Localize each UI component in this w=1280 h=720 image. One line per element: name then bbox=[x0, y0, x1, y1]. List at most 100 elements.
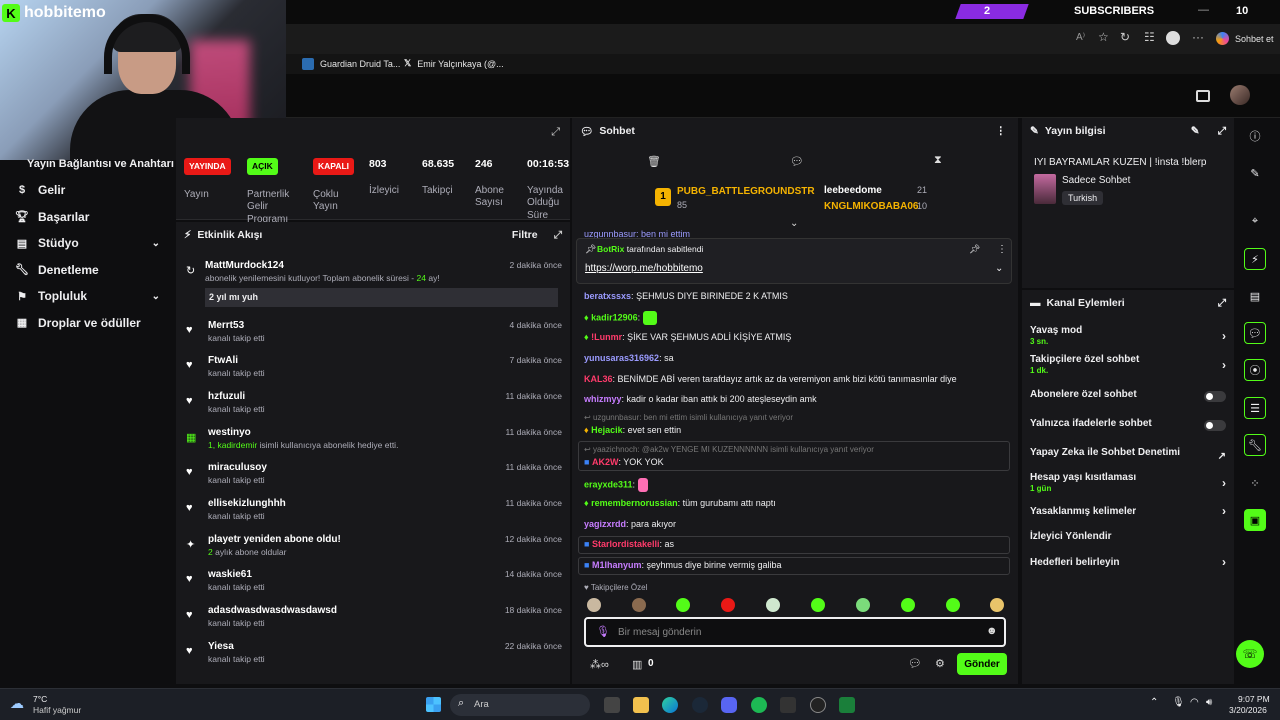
spotify-icon[interactable] bbox=[751, 697, 767, 713]
unpin-icon[interactable]: 📌︎ bbox=[969, 244, 980, 255]
pen-icon[interactable]: ✎ bbox=[1244, 162, 1266, 184]
obs-icon[interactable] bbox=[810, 697, 826, 713]
category-name[interactable]: Sadece Sohbet bbox=[1062, 175, 1130, 186]
microphone-icon[interactable]: 🎙︎ bbox=[596, 625, 610, 638]
emote-icon[interactable] bbox=[856, 598, 870, 612]
user-avatar[interactable] bbox=[1230, 85, 1250, 105]
bookmark-guardian-druid[interactable]: Guardian Druid Ta... bbox=[302, 58, 400, 70]
edge-icon[interactable] bbox=[662, 697, 678, 713]
lightning-icon[interactable]: ⚡︎ bbox=[1244, 248, 1266, 270]
leader-name[interactable]: PUBG_BATTLEGROUNDSTR bbox=[677, 186, 815, 197]
chevron-down-icon[interactable]: ⌄ bbox=[995, 263, 1003, 274]
emote-icon[interactable] bbox=[901, 598, 915, 612]
info-icon[interactable]: ⓘ bbox=[1244, 125, 1266, 147]
document-icon[interactable]: ▤ bbox=[1244, 285, 1266, 307]
emote-icon[interactable] bbox=[990, 598, 1004, 612]
emote-icon[interactable] bbox=[721, 598, 735, 612]
sidebar-header[interactable]: Yayın Bağlantısı ve Anahtarı bbox=[27, 158, 174, 170]
trash-icon[interactable]: 🗑︎ bbox=[647, 155, 661, 168]
chat-bubble-icon[interactable]: 💬︎ bbox=[908, 657, 922, 670]
steam-icon[interactable] bbox=[692, 697, 708, 713]
expand-arrow-icon[interactable]: ⌄ bbox=[790, 218, 798, 229]
sidebar-item-topluluk[interactable]: ⚑ Topluluk ⌄ bbox=[0, 283, 176, 310]
sohbet-et-button[interactable]: Sohbet et bbox=[1235, 34, 1274, 44]
file-explorer-icon[interactable] bbox=[633, 697, 649, 713]
feed-item-name[interactable]: miraculusoy bbox=[208, 462, 267, 473]
emote-icon[interactable] bbox=[946, 598, 960, 612]
favorite-star-icon[interactable]: ☆ bbox=[1098, 30, 1109, 44]
taskbar-search[interactable]: ⌕ Ara bbox=[450, 694, 590, 716]
action-ai-moderation[interactable]: Yapay Zeka ile Sohbet Denetimi ↗ bbox=[1030, 447, 1226, 462]
action-followers-only[interactable]: Takipçilere özel sohbet 1 dk. › bbox=[1030, 354, 1226, 375]
refresh-icon[interactable]: ↻ bbox=[1120, 30, 1130, 44]
popout-icon[interactable]: ⤢ bbox=[554, 229, 562, 242]
community-icon[interactable]: ⁂∞ bbox=[590, 658, 609, 671]
wifi-icon[interactable]: ◠ bbox=[1190, 697, 1199, 708]
task-view-icon[interactable] bbox=[604, 697, 620, 713]
feed-item-name[interactable]: Merrt53 bbox=[208, 320, 244, 331]
feed-item-name[interactable]: Yiesa bbox=[208, 641, 234, 652]
emote-icon[interactable] bbox=[676, 598, 690, 612]
feed-item-name[interactable]: adasdwasdwasdwasdawsd bbox=[208, 605, 337, 616]
discord-icon[interactable] bbox=[721, 697, 737, 713]
emote-icon[interactable] bbox=[587, 598, 601, 612]
popout-icon[interactable]: ⤢ bbox=[551, 126, 560, 139]
feed-item-name[interactable]: ellisekizlunghhh bbox=[208, 498, 286, 509]
nodes-icon[interactable]: ⁘ bbox=[1244, 472, 1266, 494]
chat-bubble-icon[interactable]: 💬︎ bbox=[1244, 322, 1266, 344]
sliders-icon[interactable]: ☰ bbox=[1244, 397, 1266, 419]
bookmark-emir-yalcinkaya[interactable]: 𝕏 Emir Yalçınkaya (@... bbox=[404, 58, 504, 69]
emote-icon[interactable] bbox=[766, 598, 780, 612]
settings-gear-icon[interactable]: ⚙ bbox=[935, 657, 945, 670]
action-emote-only[interactable]: Yalnızca ifadelerle sohbet bbox=[1030, 418, 1226, 431]
chat-bubble-icon[interactable]: 💬︎ bbox=[790, 155, 804, 168]
microphone-icon[interactable]: 🎙︎ bbox=[1172, 697, 1185, 708]
action-subscribers-only[interactable]: Abonelere özel sohbet bbox=[1030, 389, 1226, 402]
sidebar-item-studyo[interactable]: ▤ Stüdyo ⌄ bbox=[0, 230, 176, 257]
sidebar-item-droplar[interactable]: ▦ Droplar ve ödüller bbox=[0, 310, 176, 337]
leader-name[interactable]: KNGLMIKOBABA06 bbox=[824, 201, 918, 212]
action-goals[interactable]: Hedefleri belirleyin › bbox=[1030, 555, 1226, 569]
action-account-age[interactable]: Hesap yaşı kısıtlaması 1 gün › bbox=[1030, 472, 1226, 493]
feed-item-name[interactable]: FtwAli bbox=[208, 355, 238, 366]
broadcast-icon[interactable]: ⦿ bbox=[1244, 359, 1266, 381]
store-icon[interactable]: ▥ bbox=[632, 658, 642, 671]
volume-icon[interactable]: 🔊︎ bbox=[1206, 697, 1212, 708]
sidebar-item-basarilar[interactable]: 🏆︎ Başarılar bbox=[0, 204, 176, 231]
popout-icon[interactable]: ⤢ bbox=[1218, 297, 1226, 310]
feed-item-name[interactable]: waskie61 bbox=[208, 569, 252, 580]
action-banned-words[interactable]: Yasaklanmış kelimeler › bbox=[1030, 504, 1226, 518]
action-host[interactable]: İzleyici Yönlendir bbox=[1030, 531, 1226, 542]
emoji-icon[interactable]: ☻ bbox=[986, 625, 998, 637]
send-button[interactable]: Gönder bbox=[957, 653, 1007, 675]
edit-icon[interactable]: ✎ bbox=[1191, 125, 1200, 137]
focus-icon[interactable]: ⌖ bbox=[1244, 210, 1266, 232]
filter-button[interactable]: Filtre bbox=[512, 229, 538, 241]
kick-kcm-icon[interactable] bbox=[1196, 90, 1210, 102]
chevron-up-icon[interactable]: ⌃ bbox=[1150, 697, 1158, 708]
popout-icon[interactable]: ⤢ bbox=[1218, 125, 1226, 138]
help-chat-button[interactable]: ☏ bbox=[1236, 640, 1264, 668]
more-menu-icon[interactable]: ⋮ bbox=[996, 125, 1007, 137]
pinned-link[interactable]: https://worp.me/hobbitemo bbox=[585, 263, 703, 274]
read-aloud-icon[interactable]: A⁾ bbox=[1076, 32, 1085, 43]
favorites-icon[interactable]: ☷ bbox=[1144, 30, 1155, 44]
more-menu-icon[interactable]: ⋮ bbox=[997, 244, 1007, 255]
profile-avatar-icon[interactable] bbox=[1166, 31, 1180, 45]
hourglass-icon[interactable]: ⧗ bbox=[934, 154, 942, 167]
sidebar-item-gelir[interactable]: $ Gelir bbox=[0, 177, 176, 204]
windows-start-icon[interactable] bbox=[426, 697, 441, 712]
emote-icon[interactable] bbox=[632, 598, 646, 612]
app-icon[interactable] bbox=[839, 697, 855, 713]
feed-item-name[interactable]: playetr yeniden abone oldu! bbox=[208, 534, 341, 545]
feed-item-name[interactable]: westinyo bbox=[208, 427, 251, 438]
action-slow-mode[interactable]: Yavaş mod 3 sn. › bbox=[1030, 325, 1226, 346]
feed-item-name[interactable]: MattMurdock124 bbox=[205, 260, 284, 271]
copilot-icon[interactable] bbox=[1216, 32, 1229, 45]
more-menu-icon[interactable]: ··· bbox=[1192, 30, 1204, 44]
minimize-icon[interactable]: — bbox=[1198, 4, 1209, 16]
feed-item-name[interactable]: hzfuzuli bbox=[208, 391, 245, 402]
sidebar-item-denetleme[interactable]: 🔧︎ Denetleme bbox=[0, 257, 176, 284]
emote-icon[interactable] bbox=[811, 598, 825, 612]
xbox-icon[interactable] bbox=[780, 697, 796, 713]
